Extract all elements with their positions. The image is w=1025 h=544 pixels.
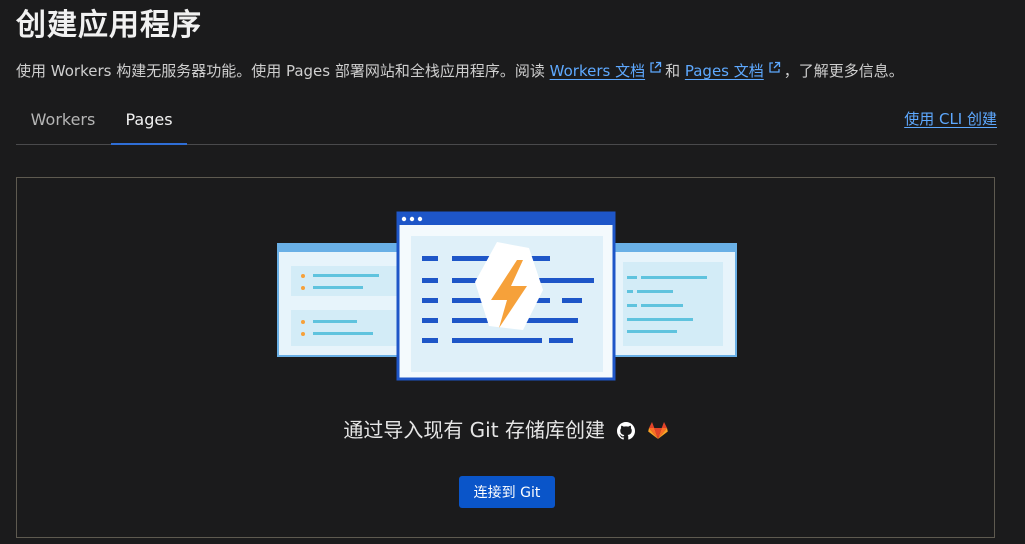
description-text-2: ，了解更多信息。 (783, 62, 904, 80)
git-import-panel: 通过导入现有 Git 存储库创建 连接到 Git (16, 177, 995, 538)
connect-to-git-button[interactable]: 连接到 Git (459, 476, 555, 508)
pages-illustration (277, 211, 737, 381)
external-link-icon[interactable] (649, 61, 662, 74)
gitlab-icon (647, 422, 668, 439)
github-icon (617, 422, 636, 440)
description-text-1: 使用 Workers 构建无服务器功能。使用 Pages 部署网站和全栈应用程序… (16, 62, 550, 80)
pages-docs-link[interactable]: Pages 文档 (685, 62, 764, 80)
page-title: 创建应用程序 (16, 8, 202, 43)
external-link-icon[interactable] (768, 61, 781, 74)
tab-pages[interactable]: Pages (111, 100, 187, 145)
workers-docs-link[interactable]: Workers 文档 (550, 62, 645, 80)
description-and: 和 (665, 62, 685, 80)
create-with-cli-link[interactable]: 使用 CLI 创建 (904, 108, 997, 129)
git-import-prompt: 通过导入现有 Git 存储库创建 (17, 414, 994, 443)
tab-bar: Workers Pages 使用 CLI 创建 (16, 100, 997, 145)
page-description: 使用 Workers 构建无服务器功能。使用 Pages 部署网站和全栈应用程序… (16, 60, 904, 82)
create-application-page: 创建应用程序 使用 Workers 构建无服务器功能。使用 Pages 部署网站… (0, 0, 1025, 544)
tab-workers[interactable]: Workers (16, 100, 110, 144)
git-import-text: 通过导入现有 Git 存储库创建 (343, 418, 605, 442)
